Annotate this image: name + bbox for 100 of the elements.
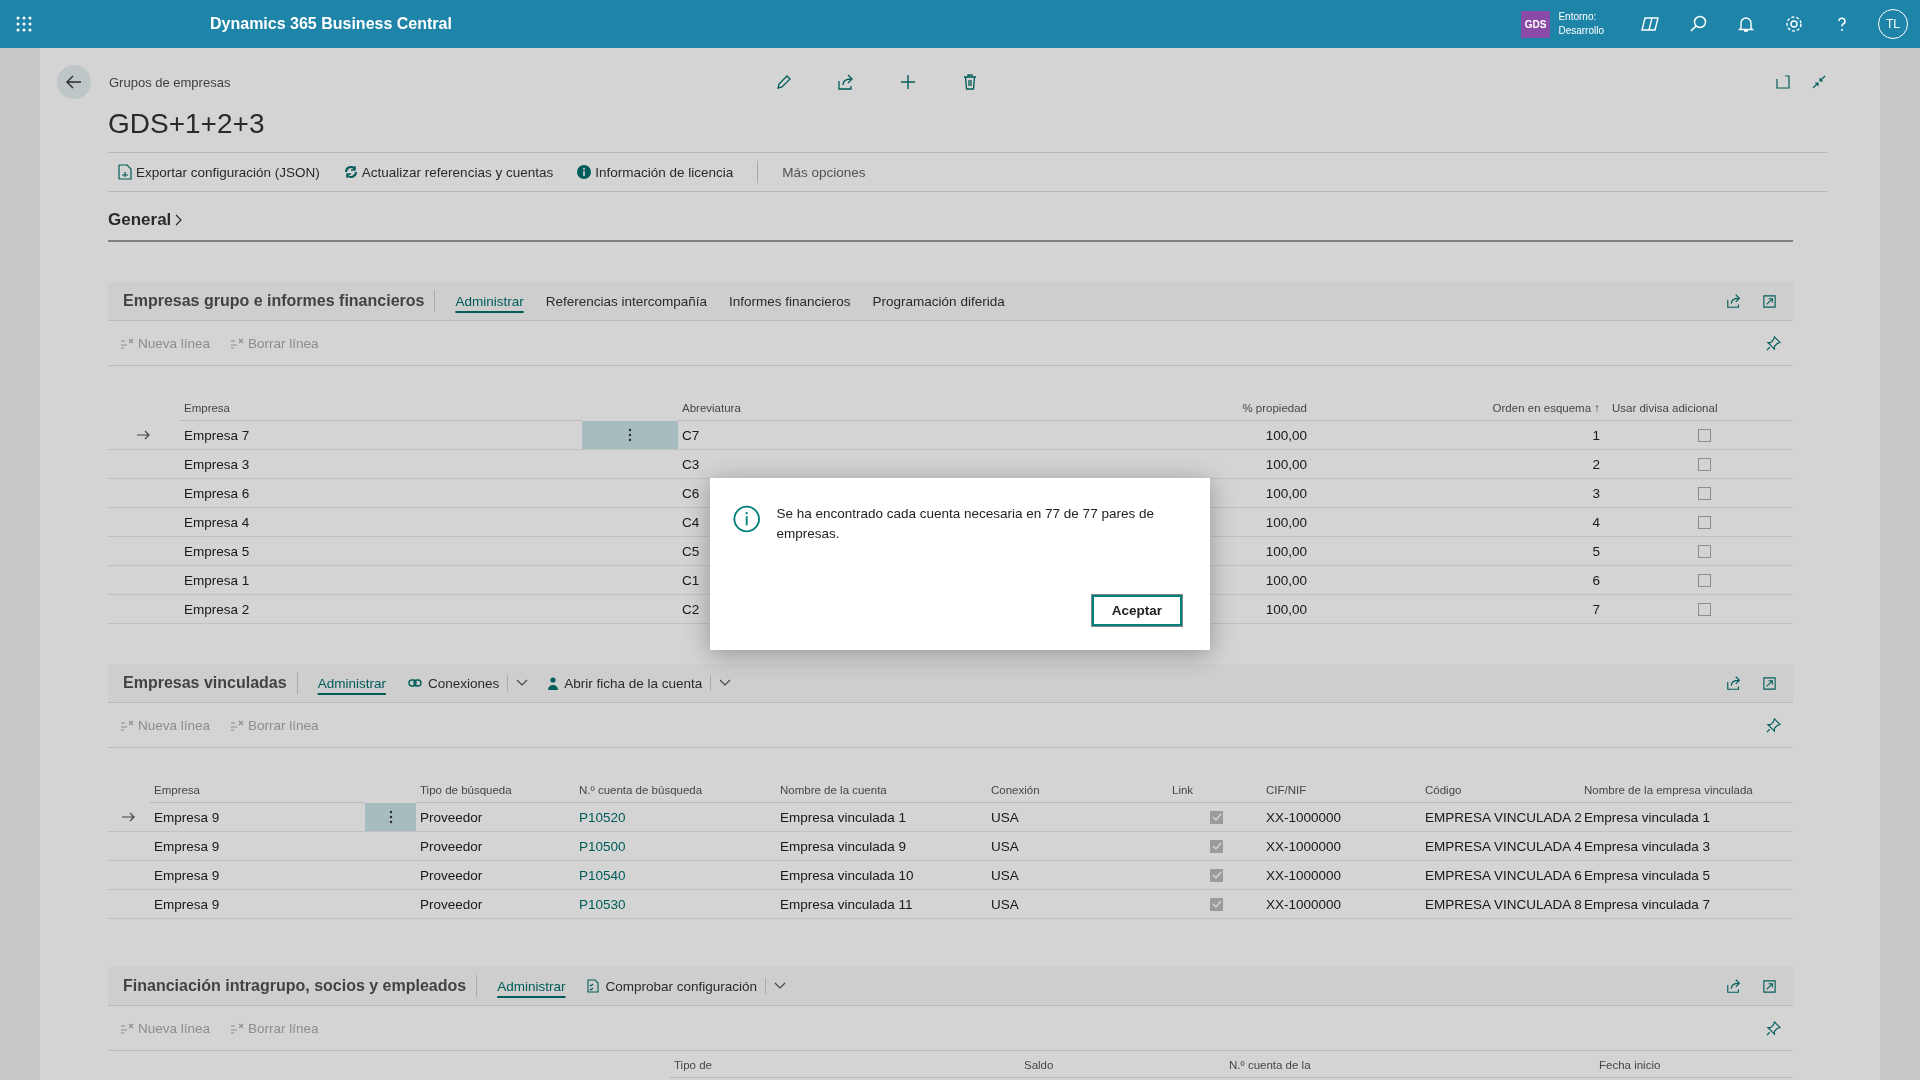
- delete-icon[interactable]: [961, 73, 979, 91]
- checkbox[interactable]: [1698, 573, 1711, 587]
- column-header[interactable]: Saldo: [1020, 1053, 1225, 1078]
- table-cell-text: 100,00: [1264, 571, 1308, 590]
- settings-icon[interactable]: [1784, 14, 1804, 34]
- edit-icon[interactable]: [775, 73, 793, 91]
- pin-icon[interactable]: [1766, 717, 1781, 733]
- table-cell-text: Empresa vinculada 10: [779, 866, 914, 885]
- column-header[interactable]: % propiedad: [1000, 396, 1315, 421]
- pin-icon[interactable]: [1766, 335, 1781, 351]
- back-button[interactable]: [57, 65, 91, 99]
- more-icon: [388, 810, 393, 824]
- part-tab[interactable]: Referencias intercompañía: [535, 289, 718, 313]
- pin-icon[interactable]: [1766, 1020, 1781, 1036]
- part-tab[interactable]: Administrar: [445, 289, 534, 313]
- checkbox[interactable]: [1698, 457, 1711, 471]
- table-cell-text: 100,00: [1264, 426, 1308, 445]
- expand-icon[interactable]: [1762, 675, 1777, 691]
- bell-icon[interactable]: [1736, 14, 1756, 34]
- checkbox[interactable]: [1698, 486, 1711, 500]
- chevron-down-icon: [774, 982, 787, 990]
- share-icon[interactable]: [1726, 978, 1742, 994]
- part-tab[interactable]: Informes financieros: [719, 289, 861, 313]
- share-icon[interactable]: [1726, 293, 1742, 309]
- table-cell-text: USA: [990, 837, 1019, 856]
- page-action[interactable]: Exportar configuración (JSON): [108, 158, 330, 186]
- checkbox[interactable]: [1698, 544, 1711, 558]
- table-cell-text: Empresa 3: [183, 455, 250, 474]
- page-action[interactable]: Información de licencia: [567, 158, 744, 186]
- checkbox[interactable]: [1698, 602, 1711, 616]
- checkbox[interactable]: [1210, 839, 1223, 853]
- table-row[interactable]: Empresa 9 Proveedor P10540 Empresa vinculada 10 USA XX-1000000 EMPRESA VINCULADA 6 Empresa vinculada 5: [108, 861, 1793, 890]
- general-section-toggle[interactable]: General: [108, 210, 184, 230]
- table-cell-text: C7: [681, 426, 700, 445]
- expand-icon[interactable]: [1762, 978, 1777, 994]
- column-header[interactable]: Código: [1421, 778, 1580, 803]
- expand-icon[interactable]: [1762, 293, 1777, 309]
- account-link[interactable]: P10540: [579, 867, 626, 883]
- link-icon: [407, 678, 422, 688]
- column-header[interactable]: Empresa: [150, 778, 365, 803]
- column-header[interactable]: Conexión: [987, 778, 1168, 803]
- table-cell-text: Empresa 9: [153, 808, 220, 827]
- table-cell-text: 6: [1591, 571, 1601, 590]
- part-menu-button[interactable]: Conexiones: [397, 671, 539, 695]
- column-header[interactable]: Nombre de la cuenta: [776, 778, 987, 803]
- table-cell-text: 100,00: [1264, 600, 1308, 619]
- checkbox[interactable]: [1210, 868, 1223, 882]
- column-header[interactable]: Empresa: [180, 396, 582, 421]
- column-header[interactable]: N.º cuenta de la: [1225, 1053, 1595, 1078]
- copilot-icon[interactable]: [1640, 14, 1660, 34]
- column-header[interactable]: Nombre de la empresa vinculada: [1580, 778, 1793, 803]
- new-line-icon: [120, 1022, 134, 1034]
- table-cell-text: 100,00: [1264, 455, 1308, 474]
- column-header[interactable]: Orden en esquema ↑: [1315, 396, 1608, 421]
- column-header[interactable]: CIF/NIF: [1262, 778, 1421, 803]
- column-header[interactable]: Tipo de: [670, 1053, 1020, 1078]
- part-tab[interactable]: Programación diferida: [862, 289, 1015, 313]
- table-cell-text: C4: [681, 513, 700, 532]
- accept-button[interactable]: Aceptar: [1091, 595, 1182, 626]
- table-cell-text: Empresa vinculada 1: [1583, 808, 1711, 827]
- table-cell-text: Empresa 1: [183, 571, 250, 590]
- checkbox[interactable]: [1210, 810, 1223, 824]
- table-cell-text: Empresa 4: [183, 513, 250, 532]
- part-title: Empresas vinculadas: [123, 674, 287, 692]
- share-icon[interactable]: [1726, 675, 1742, 691]
- checkbox[interactable]: [1698, 428, 1711, 442]
- open-new-window-icon[interactable]: [1775, 74, 1791, 90]
- account-link[interactable]: P10500: [579, 838, 626, 854]
- part-tab[interactable]: Administrar: [487, 974, 576, 998]
- company-badge[interactable]: GDS: [1520, 10, 1551, 38]
- table-row[interactable]: Empresa 7 C7 100,00 1: [108, 421, 1793, 450]
- column-header[interactable]: Tipo de búsqueda: [416, 778, 575, 803]
- table-cell-text: Empresa 9: [153, 895, 220, 914]
- column-header[interactable]: N.º cuenta de búsqueda: [575, 778, 776, 803]
- more-options-button[interactable]: Más opciones: [772, 158, 876, 186]
- checkbox[interactable]: [1210, 897, 1223, 911]
- part-menu-button[interactable]: Comprobar configuración: [577, 974, 797, 998]
- search-icon[interactable]: [1688, 14, 1708, 34]
- app-launcher-icon[interactable]: [16, 16, 32, 32]
- table-cell-text: C5: [681, 542, 700, 561]
- part-title: Empresas grupo e informes financieros: [123, 292, 425, 310]
- environment-label: Entorno:: [1558, 10, 1598, 24]
- account-link[interactable]: P10520: [579, 809, 626, 825]
- part-menu-button[interactable]: Abrir ficha de la cuenta: [538, 671, 742, 695]
- table-cell-text: USA: [990, 808, 1019, 827]
- part-tab[interactable]: Administrar: [307, 671, 396, 695]
- page-action[interactable]: Actualizar referencias y cuentas: [333, 158, 564, 186]
- table-cell-text: Proveedor: [419, 837, 483, 856]
- column-header[interactable]: Fecha inicio: [1595, 1053, 1793, 1078]
- column-header[interactable]: Abreviatura: [678, 396, 1000, 421]
- column-header[interactable]: Link: [1168, 778, 1262, 803]
- collapse-icon[interactable]: [1811, 74, 1827, 90]
- column-header[interactable]: Usar divisa adicional: [1608, 396, 1793, 421]
- table-row[interactable]: Empresa 9 Proveedor P10500 Empresa vinculada 9 USA XX-1000000 EMPRESA VINCULADA 4 Empresa vinculada 3: [108, 832, 1793, 861]
- table-row[interactable]: Empresa 9 Proveedor P10520 Empresa vinculada 1 USA XX-1000000 EMPRESA VINCULADA 2 Empresa vinculada 1: [108, 803, 1793, 832]
- checkbox[interactable]: [1698, 515, 1711, 529]
- account-link[interactable]: P10530: [579, 896, 626, 912]
- table-row[interactable]: Empresa 9 Proveedor P10530 Empresa vinculada 11 USA XX-1000000 EMPRESA VINCULADA 8 Empresa vinculada 7: [108, 890, 1793, 919]
- plus-icon[interactable]: [899, 73, 917, 91]
- share-icon[interactable]: [837, 73, 855, 91]
